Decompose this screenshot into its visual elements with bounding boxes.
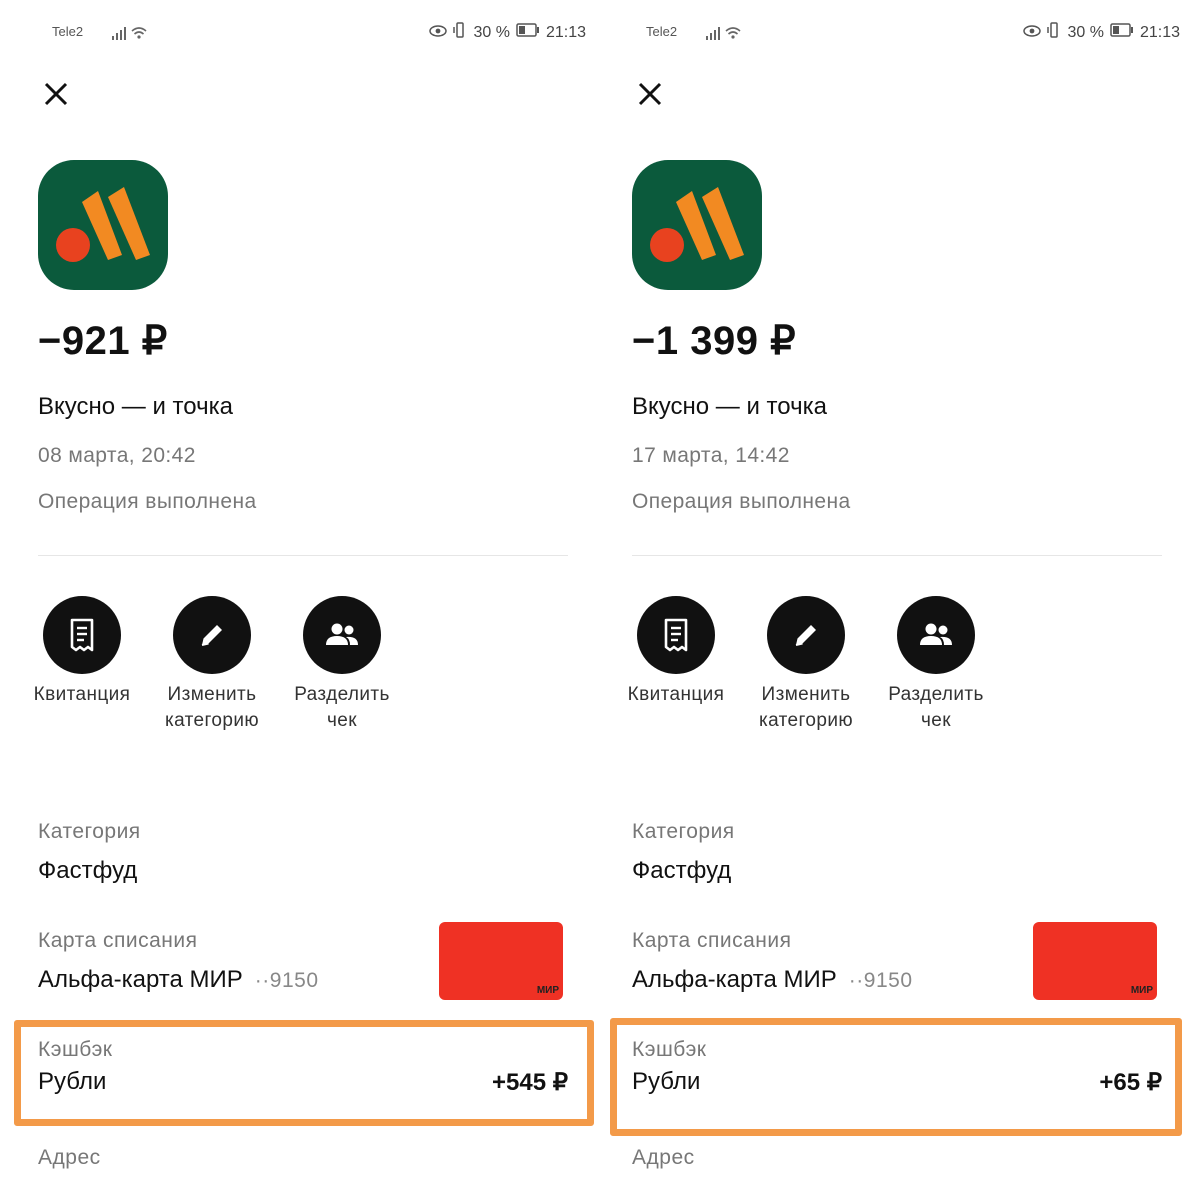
split-check-button[interactable]: Разделить чек (876, 596, 996, 734)
card-name: Альфа-карта МИР (632, 966, 837, 993)
divider (38, 555, 568, 556)
card-value[interactable]: Альфа-карта МИР ··9150 (632, 966, 913, 994)
transaction-screen-right: Tele2 30 % 21:13 −1 399 ₽ Вкусно — и точ… (600, 0, 1200, 1200)
people-icon (303, 596, 381, 674)
action-buttons: Квитанция Изменить категорию Разделить ч… (626, 596, 1046, 736)
cashback-amount: +545 ₽ (492, 1069, 568, 1096)
signal-icon (112, 25, 148, 45)
merchant-name: Вкусно — и точка (632, 393, 827, 420)
vibrate-icon (1047, 22, 1061, 43)
change-category-button[interactable]: Изменить категорию (152, 596, 272, 734)
pencil-icon (173, 596, 251, 674)
cashback-label: Кэшбэк (632, 1038, 707, 1061)
card-value[interactable]: Альфа-карта МИР ··9150 (38, 966, 319, 994)
split-check-button[interactable]: Разделить чек (282, 596, 402, 734)
pencil-icon (767, 596, 845, 674)
receipt-icon (637, 596, 715, 674)
operation-status: Операция выполнена (632, 490, 851, 513)
vibrate-icon (453, 22, 467, 43)
cashback-type: Рубли (38, 1068, 107, 1095)
action-label: Квитанция (627, 684, 725, 705)
receipt-button[interactable]: Квитанция (616, 596, 736, 708)
battery-percent: 30 % (473, 23, 510, 41)
status-bar: Tele2 30 % 21:13 (646, 22, 1180, 42)
clock: 21:13 (1139, 23, 1180, 41)
category-value[interactable]: Фастфуд (632, 857, 731, 885)
action-label: Изменить категорию (164, 684, 260, 731)
eye-icon (429, 24, 448, 42)
battery-percent: 30 % (1067, 23, 1104, 41)
receipt-button[interactable]: Квитанция (22, 596, 142, 708)
status-right: 30 % 21:13 (429, 22, 586, 43)
transaction-date: 08 марта, 20:42 (38, 444, 196, 467)
action-label: Разделить чек (888, 684, 984, 731)
address-label: Адрес (632, 1146, 695, 1169)
mir-logo: МИР (536, 985, 559, 996)
people-icon (897, 596, 975, 674)
status-right: 30 % 21:13 (1023, 22, 1180, 43)
transaction-amount: −1 399 ₽ (632, 319, 797, 363)
card-image: МИР (439, 922, 563, 1000)
close-button[interactable] (636, 80, 664, 108)
cashback-amount: +65 ₽ (1099, 1069, 1162, 1096)
transaction-date: 17 марта, 14:42 (632, 444, 790, 467)
category-value[interactable]: Фастфуд (38, 857, 137, 885)
card-image: МИР (1033, 922, 1157, 1000)
card-label: Карта списания (38, 929, 198, 952)
card-label: Карта списания (632, 929, 792, 952)
cashback-label: Кэшбэк (38, 1038, 113, 1061)
carrier-name: Tele2 (646, 24, 678, 39)
merchant-logo (632, 160, 762, 290)
merchant-name: Вкусно — и точка (38, 393, 233, 420)
mir-logo: МИР (1130, 985, 1153, 996)
close-button[interactable] (42, 80, 70, 108)
clock: 21:13 (545, 23, 586, 41)
action-label: Изменить категорию (758, 684, 854, 731)
cashback-type: Рубли (632, 1068, 701, 1095)
battery-icon (516, 23, 540, 42)
operation-status: Операция выполнена (38, 490, 257, 513)
category-label: Категория (632, 820, 735, 843)
transaction-screen-left: Tele2 30 % 21:13 −921 ₽ Вкусно — и точка… (0, 0, 600, 1200)
action-label: Квитанция (33, 684, 131, 705)
signal-icon (706, 25, 742, 45)
status-bar: Tele2 30 % 21:13 (52, 22, 586, 42)
receipt-icon (43, 596, 121, 674)
carrier-name: Tele2 (52, 24, 84, 39)
address-value-cut (632, 1186, 1152, 1196)
merchant-logo (38, 160, 168, 290)
divider (632, 555, 1162, 556)
close-icon (638, 82, 662, 106)
action-label: Разделить чек (294, 684, 390, 731)
action-buttons: Квитанция Изменить категорию Разделить ч… (32, 596, 452, 736)
card-number-suffix: ··9150 (848, 969, 913, 992)
eye-icon (1023, 24, 1042, 42)
category-label: Категория (38, 820, 141, 843)
battery-icon (1110, 23, 1134, 42)
change-category-button[interactable]: Изменить категорию (746, 596, 866, 734)
card-name: Альфа-карта МИР (38, 966, 243, 993)
close-icon (44, 82, 68, 106)
address-value-cut (38, 1186, 558, 1196)
card-number-suffix: ··9150 (254, 969, 319, 992)
transaction-amount: −921 ₽ (38, 319, 168, 363)
address-label: Адрес (38, 1146, 101, 1169)
